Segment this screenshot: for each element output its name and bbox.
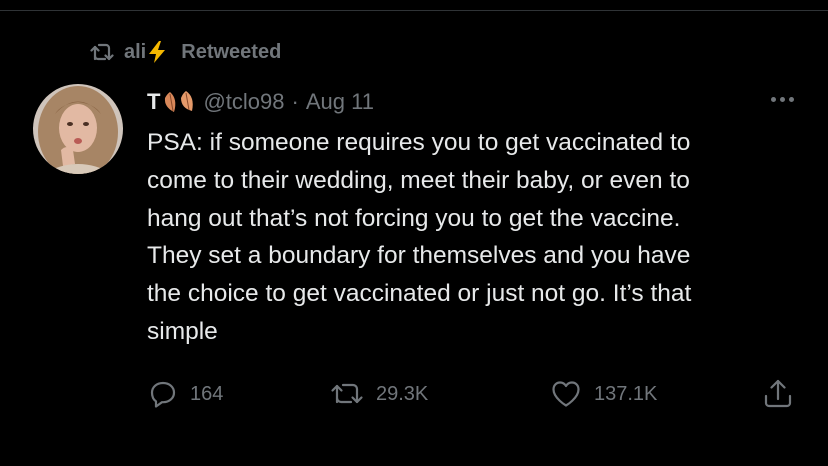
tweet-text-line: the choice to get vaccinated or just not… bbox=[147, 280, 692, 308]
reply-icon bbox=[148, 379, 178, 409]
retweet-banner: ali Retweeted bbox=[90, 38, 281, 66]
retweet-icon bbox=[90, 42, 114, 62]
share-icon bbox=[762, 378, 794, 410]
avatar[interactable] bbox=[33, 84, 123, 174]
retweeter-name-text: ali bbox=[124, 40, 147, 63]
reply-count: 164 bbox=[190, 382, 224, 405]
tweet-text-line: simple bbox=[147, 317, 218, 345]
more-dot-icon bbox=[771, 97, 776, 102]
tweet-text-line: hang out that’s not forcing you to get t… bbox=[147, 204, 681, 232]
tweet-header: T @tclo98 · Aug 11 bbox=[147, 86, 374, 118]
separator-dot: · bbox=[291, 89, 299, 114]
reply-button[interactable]: 164 bbox=[148, 374, 223, 414]
tweet-text-line: PSA: if someone requires you to get vacc… bbox=[147, 129, 691, 156]
share-button[interactable] bbox=[762, 374, 794, 414]
tweet-date[interactable]: Aug 11 bbox=[306, 89, 374, 115]
more-options-button[interactable] bbox=[769, 91, 796, 108]
lightning-bolt-icon bbox=[147, 40, 167, 64]
more-dot-icon bbox=[780, 97, 785, 102]
retweeter-name[interactable]: ali bbox=[124, 40, 167, 64]
author-name[interactable]: T bbox=[147, 89, 197, 115]
retweet-button[interactable]: 29.3K bbox=[330, 374, 428, 414]
tweet-text-line: They set a boundary for themselves and y… bbox=[147, 242, 691, 270]
author-name-text: T bbox=[147, 89, 161, 114]
author-handle[interactable]: @tclo98 bbox=[203, 89, 284, 115]
tweet-text: PSA: if someone requires you to get vacc… bbox=[147, 124, 807, 351]
like-count: 137.1K bbox=[594, 382, 658, 405]
tweet-text-line: come to their wedding, meet their baby, … bbox=[147, 166, 690, 194]
autumn-leaves-icon bbox=[161, 89, 197, 115]
tweet-actions: 164 29.3K 137.1K bbox=[145, 374, 800, 414]
more-dot-icon bbox=[789, 97, 794, 102]
retweet-icon bbox=[330, 380, 364, 408]
retweeted-label: Retweeted bbox=[181, 40, 282, 63]
heart-icon bbox=[550, 379, 582, 409]
top-divider bbox=[0, 10, 828, 11]
retweet-count: 29.3K bbox=[376, 382, 429, 405]
like-button[interactable]: 137.1K bbox=[550, 374, 657, 414]
